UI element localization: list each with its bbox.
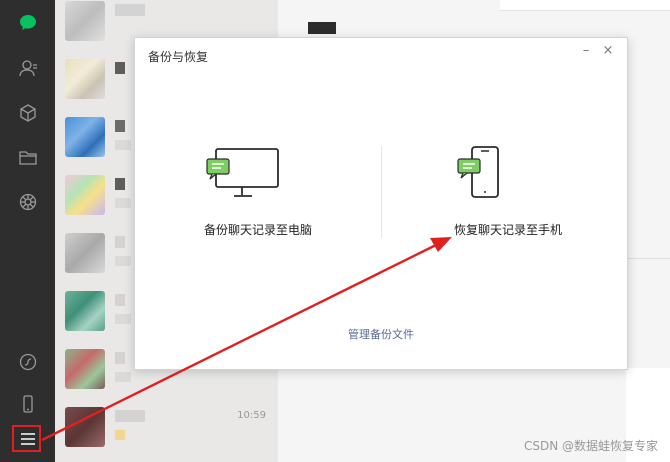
blurred-name [115, 4, 145, 16]
manage-backup-files-link[interactable]: 管理备份文件 [135, 326, 627, 342]
blurred-name [115, 178, 125, 190]
blurred-name [115, 294, 125, 306]
blurred-message [115, 372, 131, 382]
avatar [65, 1, 105, 41]
option-divider [381, 146, 382, 238]
avatar [65, 349, 105, 389]
list-item[interactable]: 10:59 [55, 398, 278, 456]
blurred-message [115, 256, 131, 266]
avatar [65, 59, 105, 99]
dialog-title: 备份与恢复 [148, 50, 209, 64]
blurred-name [115, 410, 145, 422]
avatar [65, 117, 105, 157]
close-button[interactable]: × [599, 42, 617, 60]
phone-icon[interactable] [17, 393, 39, 415]
blurred-message [115, 430, 125, 440]
blurred-name [115, 62, 125, 74]
backup-restore-dialog: 备份与恢复 – × 备份聊天记录至电脑 恢复聊天记录至手机 管理备份文件 [134, 37, 628, 370]
divider [626, 258, 670, 259]
blurred-message [115, 140, 131, 150]
blurred-name [115, 120, 125, 132]
sidebar [0, 0, 55, 462]
blurred-content [308, 22, 336, 34]
pc-icon [206, 147, 282, 203]
timestamp: 10:59 [237, 410, 266, 421]
blurred-message [115, 314, 131, 324]
annotation-highlight-box [12, 425, 41, 452]
blurred-name [115, 236, 125, 248]
avatar [65, 291, 105, 331]
backup-to-pc-button[interactable]: 备份聊天记录至电脑 [143, 143, 373, 243]
restore-to-phone-button[interactable]: 恢复聊天记录至手机 [393, 143, 623, 243]
moments-icon[interactable] [17, 191, 39, 213]
contacts-icon[interactable] [17, 57, 39, 79]
avatar [65, 233, 105, 273]
blurred-message [115, 198, 131, 208]
blurred-name [115, 352, 125, 364]
watermark: CSDN @数据蛙恢复专家 [523, 439, 658, 453]
chat-icon[interactable] [17, 12, 39, 34]
restore-to-phone-label: 恢复聊天记录至手机 [453, 223, 562, 237]
mini-program-icon[interactable] [17, 351, 39, 373]
avatar [65, 175, 105, 215]
phone-restore-icon [457, 145, 503, 205]
top-bar [500, 0, 670, 11]
files-icon[interactable] [17, 146, 39, 168]
backup-to-pc-label: 备份聊天记录至电脑 [203, 223, 312, 237]
favorites-icon[interactable] [17, 102, 39, 124]
minimize-button[interactable]: – [577, 42, 595, 60]
avatar [65, 407, 105, 447]
